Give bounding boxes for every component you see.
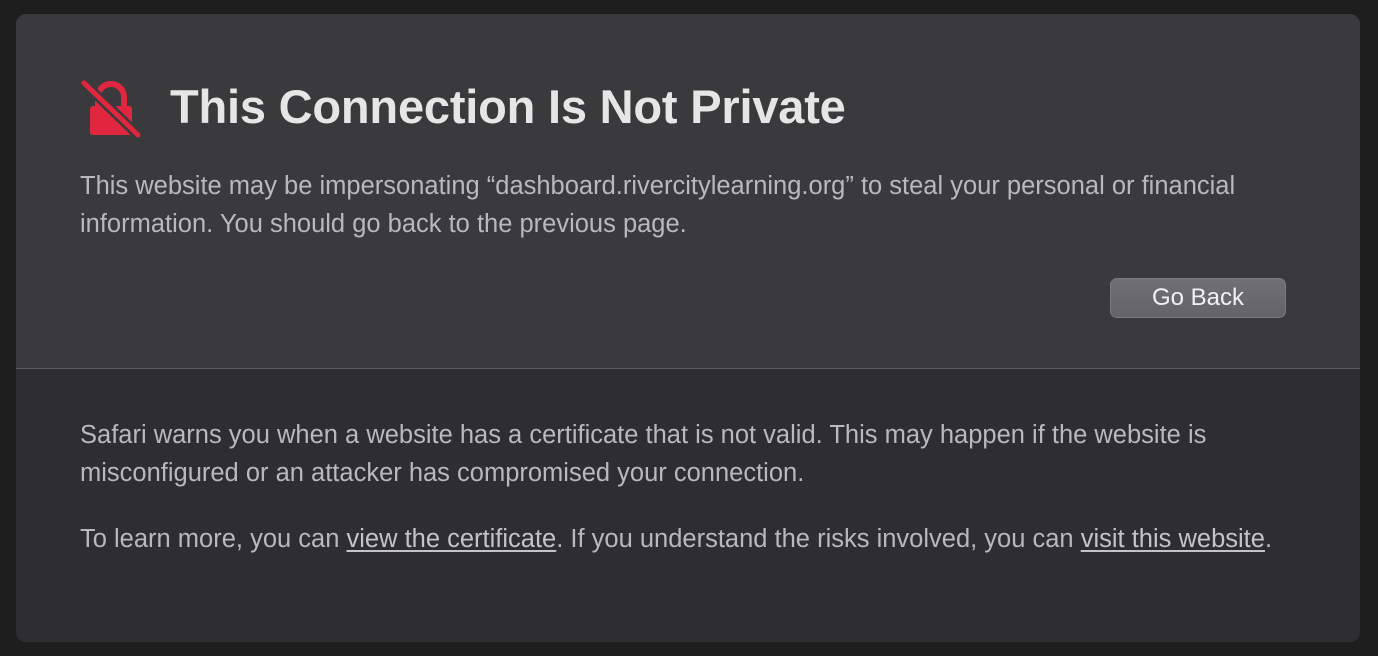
learn-more-middle: . If you understand the risks involved, … (556, 525, 1081, 553)
page-title: This Connection Is Not Private (170, 80, 846, 133)
learn-more-suffix: . (1264, 525, 1273, 553)
warning-header-section: This Connection Is Not Private This webs… (16, 14, 1360, 369)
broken-lock-icon (80, 80, 142, 138)
visit-website-link[interactable]: visit this website (1081, 525, 1265, 553)
details-paragraph: Safari warns you when a website has a ce… (80, 421, 1207, 487)
learn-more-paragraph: To learn more, you can view the certific… (80, 520, 1310, 558)
details-section (16, 369, 1360, 642)
learn-more-prefix: To learn more, you can (80, 525, 347, 553)
warning-panel: This Connection Is Not Private This webs… (16, 14, 1360, 642)
go-back-button[interactable]: Go Back (1110, 278, 1286, 318)
view-certificate-link[interactable]: view the certificate (346, 525, 556, 553)
warning-message: This website may be impersonating “dashb… (80, 172, 1236, 238)
